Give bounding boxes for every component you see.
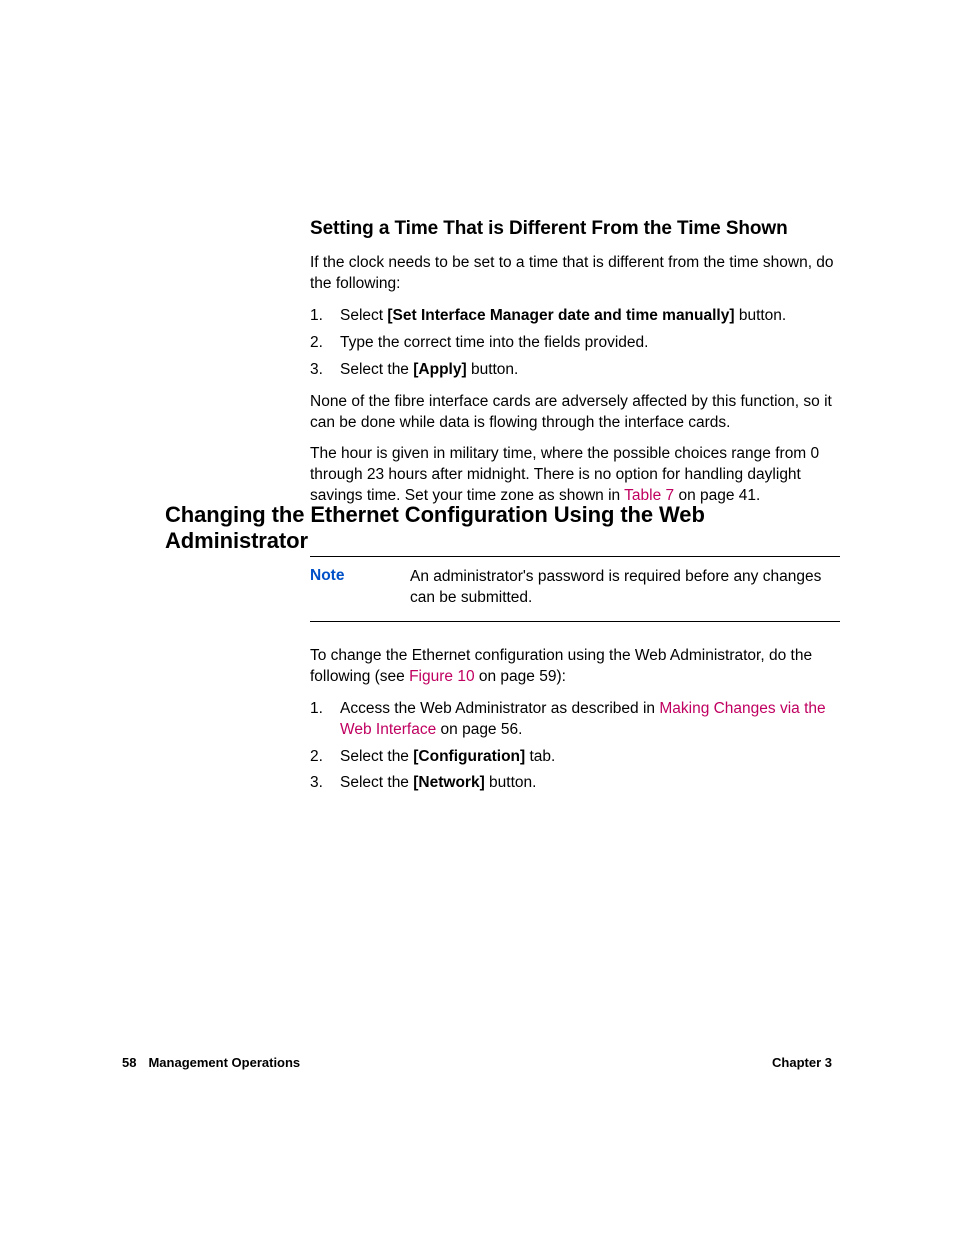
step-text-post: button. [735, 307, 787, 324]
step-text-pre: Type the correct time into the fields pr… [340, 334, 648, 351]
step-text-bold: [Network] [413, 774, 484, 791]
page-number: 58 [122, 1055, 136, 1070]
section-setting-time: Setting a Time That is Different From th… [310, 218, 840, 518]
step-number: 3. [310, 360, 323, 381]
step-text-post: button. [485, 774, 537, 791]
list-item: 2. Type the correct time into the fields… [310, 333, 840, 354]
list-item: 1. Access the Web Administrator as descr… [310, 699, 840, 741]
list-item: 2. Select the [Configuration] tab. [310, 747, 840, 768]
list-item: 3. Select the [Apply] button. [310, 360, 840, 381]
heading-ethernet-config: Changing the Ethernet Configuration Usin… [165, 502, 845, 554]
note-label: Note [310, 567, 410, 585]
body-text-fibre: None of the fibre interface cards are ad… [310, 392, 840, 434]
intro-text: If the clock needs to be set to a time t… [310, 253, 840, 295]
step-text-pre: Select the [340, 361, 413, 378]
step-number: 2. [310, 747, 323, 768]
page-footer: 58 Management Operations Chapter 3 [122, 1055, 832, 1070]
step-text-post: tab. [525, 748, 555, 765]
step-number: 1. [310, 306, 323, 327]
footer-left: 58 Management Operations [122, 1055, 300, 1070]
steps-list-2: 1. Access the Web Administrator as descr… [310, 699, 840, 795]
footer-section: Management Operations [148, 1055, 300, 1070]
intro-ethernet: To change the Ethernet configuration usi… [310, 646, 840, 688]
footer-chapter: Chapter 3 [772, 1055, 832, 1070]
step-text-bold: [Configuration] [413, 748, 525, 765]
step-text-pre: Select the [340, 774, 413, 791]
note-text: An administrator's password is required … [410, 567, 840, 609]
step-number: 3. [310, 773, 323, 794]
list-item: 3. Select the [Network] button. [310, 773, 840, 794]
step-number: 1. [310, 699, 323, 720]
list-item: 1. Select [Set Interface Manager date an… [310, 306, 840, 327]
step-text-pre: Select the [340, 748, 413, 765]
step-text-post: button. [467, 361, 519, 378]
step-text-pre: Select [340, 307, 387, 324]
step-text-pre: Access the Web Administrator as describe… [340, 700, 659, 717]
step-number: 2. [310, 333, 323, 354]
link-figure-10[interactable]: Figure 10 [409, 668, 474, 685]
heading-setting-time: Setting a Time That is Different From th… [310, 218, 840, 240]
note-region: Note An administrator's password is requ… [310, 552, 840, 805]
body-text-military: The hour is given in military time, wher… [310, 444, 840, 507]
step-text-post: on page 56. [436, 721, 522, 738]
steps-list-1: 1. Select [Set Interface Manager date an… [310, 306, 840, 381]
step-text-bold: [Apply] [413, 361, 466, 378]
note-box: Note An administrator's password is requ… [310, 556, 840, 622]
step-text-bold: [Set Interface Manager date and time man… [387, 307, 734, 324]
section-ethernet-config: Changing the Ethernet Configuration Usin… [165, 502, 845, 554]
